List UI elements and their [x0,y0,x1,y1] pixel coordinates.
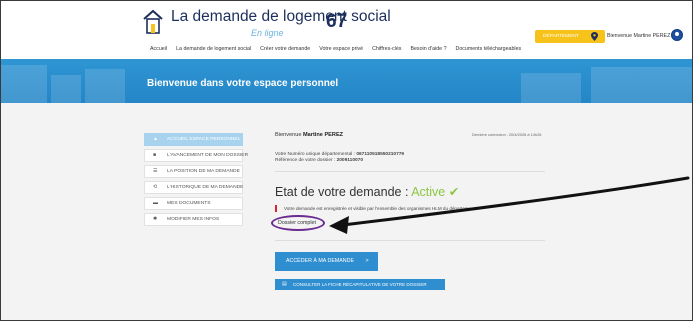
browser-frame: La demande de logement social 67 En lign… [0,0,693,321]
annotation-arrow-icon [329,176,690,234]
